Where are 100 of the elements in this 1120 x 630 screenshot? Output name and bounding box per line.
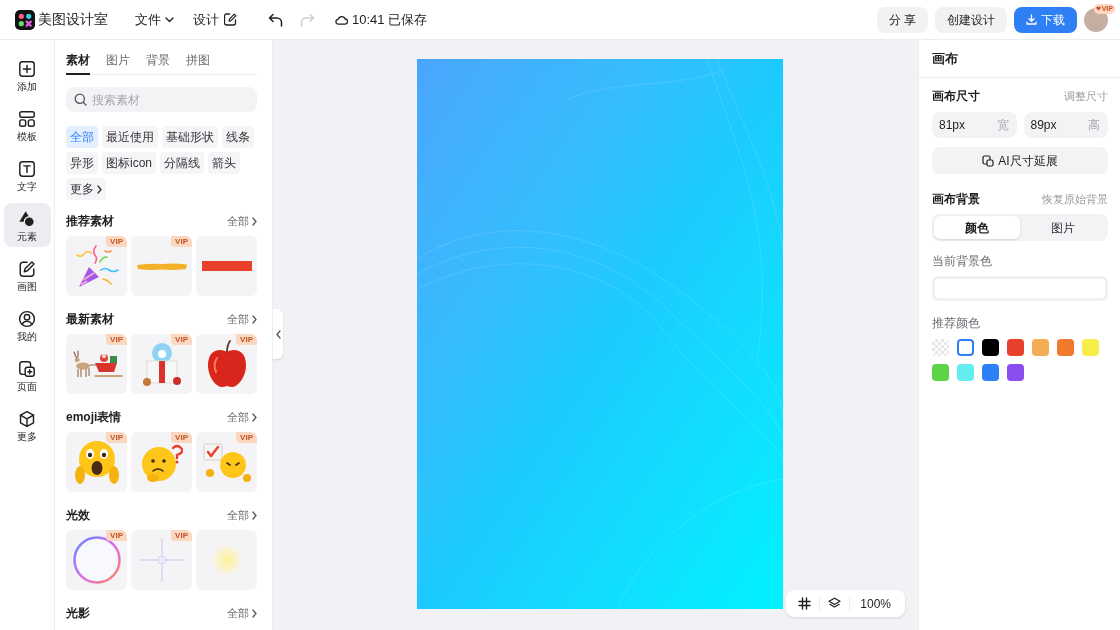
sticker-tile[interactable]: VIP <box>66 334 127 394</box>
sticker-tile[interactable]: VIP <box>131 236 192 296</box>
color-swatch[interactable] <box>957 364 974 381</box>
section-label: 画布尺寸 <box>932 88 980 105</box>
mode-tab[interactable]: 图片 <box>1020 216 1106 239</box>
size-field[interactable]: 89px 高 <box>1023 112 1108 138</box>
rectangle-icon <box>201 261 252 271</box>
layers-icon[interactable] <box>828 597 842 610</box>
see-all-link[interactable]: 全部 <box>227 310 257 328</box>
mode-tab[interactable]: 颜色 <box>934 216 1020 239</box>
sticker-tile[interactable]: VIP <box>131 432 192 492</box>
edit-title-button[interactable]: 设计 <box>193 9 237 30</box>
filter-tag[interactable]: 图标icon <box>102 152 156 174</box>
see-all-link[interactable]: 全部 <box>227 604 257 622</box>
vip-badge: VIP <box>236 432 257 443</box>
thinking-emoji-icon <box>140 442 183 482</box>
color-swatch[interactable] <box>982 339 999 356</box>
cloud-icon <box>335 14 348 25</box>
filter-tag[interactable]: 最近使用 <box>102 126 158 148</box>
see-all-link[interactable]: 全部 <box>227 506 257 524</box>
ai-expand-button[interactable]: AI尺寸延展 <box>932 147 1108 174</box>
color-swatch[interactable] <box>1007 339 1024 356</box>
chevron-down-icon <box>165 16 174 23</box>
collapse-handle[interactable] <box>273 309 283 359</box>
vip-badge: VIP <box>171 530 192 541</box>
color-swatch[interactable] <box>1057 339 1074 356</box>
sidebar-item[interactable]: 添加 <box>3 53 51 97</box>
sticker-tile[interactable]: VIP <box>66 236 127 296</box>
filter-tag[interactable]: 异形 <box>66 152 98 174</box>
layout-icon <box>18 110 36 128</box>
add-icon <box>18 60 36 78</box>
chevron-right-icon <box>252 216 257 226</box>
cube-icon <box>18 410 36 428</box>
filter-tag[interactable]: 分隔线 <box>160 152 204 174</box>
filter-tag[interactable]: 箭头 <box>208 152 240 174</box>
vip-badge: VIP <box>106 334 127 345</box>
scared-emoji-icon <box>74 439 119 485</box>
app-name: 美图设计室 <box>38 10 108 29</box>
filter-tag[interactable]: 线条 <box>222 126 254 148</box>
sticker-tile[interactable] <box>196 530 257 590</box>
tab[interactable]: 图片 <box>106 50 130 75</box>
shapes-icon <box>18 210 36 228</box>
sidebar-item[interactable]: 我的 <box>3 303 51 347</box>
field-label: 推荐颜色 <box>932 315 981 331</box>
vip-badge: VIP <box>106 530 127 541</box>
chevron-right-icon <box>252 510 257 520</box>
more-filter-button[interactable]: 更多 <box>66 178 106 200</box>
sidebar-item[interactable]: 元素 <box>3 203 51 247</box>
color-swatch[interactable] <box>932 364 949 381</box>
reindeer-sleigh-icon <box>70 349 123 379</box>
sidebar-item[interactable]: 更多 <box>3 403 51 447</box>
color-swatch[interactable] <box>982 364 999 381</box>
menu-button[interactable]: 文件 <box>135 9 174 30</box>
tab[interactable]: 素材 <box>66 50 90 75</box>
vip-badge: VIP <box>106 432 127 443</box>
sticker-tile[interactable]: VIP <box>66 530 127 590</box>
sidebar-item[interactable]: 模板 <box>3 103 51 147</box>
glow-icon <box>211 545 242 575</box>
filter-tag[interactable]: 基础形状 <box>162 126 218 148</box>
color-swatch[interactable] <box>1082 339 1099 356</box>
size-field[interactable]: 81px 宽 <box>932 112 1017 138</box>
undo-icon[interactable] <box>268 12 283 27</box>
download-button[interactable]: 下载 <box>1014 6 1077 33</box>
search-icon <box>74 93 87 106</box>
grid-icon[interactable] <box>798 597 812 610</box>
vip-badge: VIP <box>106 236 127 247</box>
save-status: 10:41 已保存 <box>352 10 428 29</box>
zoom-button[interactable]: 100% <box>850 594 901 613</box>
chevron-right-icon <box>97 184 102 194</box>
brush-stroke-icon <box>135 261 188 271</box>
sticker-tile[interactable]: VIP <box>131 530 192 590</box>
sidebar-item[interactable]: 文字 <box>3 153 51 197</box>
bubble-icon <box>72 536 121 584</box>
page-add-icon <box>18 360 36 378</box>
color-swatch[interactable] <box>1007 364 1024 381</box>
section-title: 最新素材 <box>66 311 114 328</box>
edit-icon <box>224 13 237 26</box>
action-button[interactable]: 创建设计 <box>935 6 1007 33</box>
sidebar-item[interactable]: 页面 <box>3 353 51 397</box>
sticker-tile[interactable]: VIP <box>131 334 192 394</box>
logo-icon[interactable] <box>15 9 35 30</box>
action-button[interactable]: 分 享 <box>876 6 928 33</box>
color-swatch[interactable] <box>1032 339 1049 356</box>
color-swatch[interactable] <box>957 339 974 356</box>
tab[interactable]: 背景 <box>146 50 170 75</box>
field-label: 当前背景色 <box>932 253 993 269</box>
sticker-tile[interactable]: VIP <box>196 334 257 394</box>
sticker-tile[interactable]: VIP <box>66 432 127 492</box>
sticker-tile[interactable] <box>196 236 257 296</box>
sidebar-item[interactable]: 画图 <box>3 253 51 297</box>
frames-icon <box>982 154 995 167</box>
tab[interactable]: 拼图 <box>186 50 210 75</box>
sticker-tile[interactable]: VIP <box>196 432 257 492</box>
section-title: emoji表情 <box>66 409 122 426</box>
see-all-link[interactable]: 全部 <box>227 408 257 426</box>
vip-badge: VIP <box>171 432 192 443</box>
transparent-swatch[interactable] <box>932 339 949 356</box>
panel-title: 画布 <box>932 49 958 68</box>
vip-badge: VIP <box>171 334 192 345</box>
see-all-link[interactable]: 全部 <box>227 212 257 230</box>
